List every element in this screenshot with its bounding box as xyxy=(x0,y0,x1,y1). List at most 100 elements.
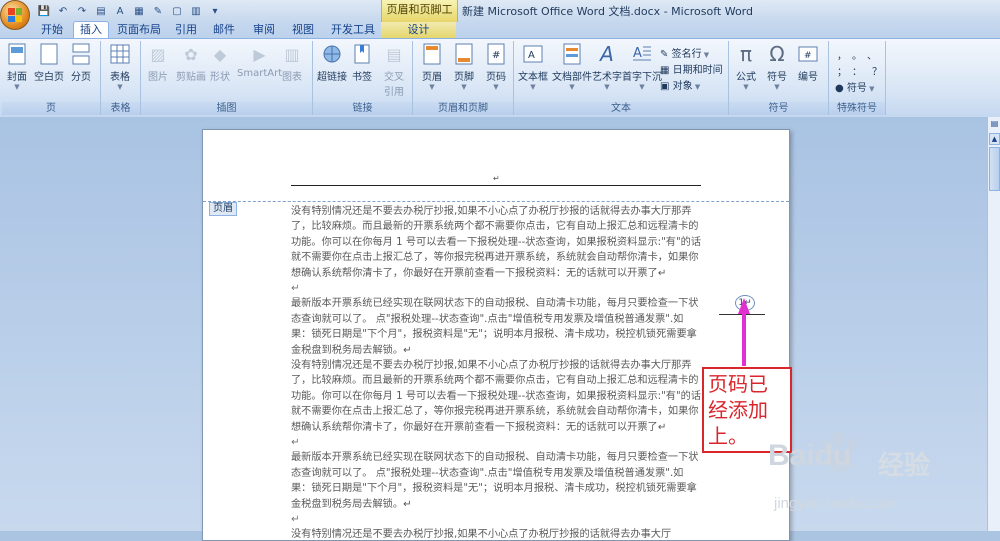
paragraph: 最新版本开票系统已经实现在联网状态下的自动报税、自动清卡功能，每月只要检查一下状… xyxy=(291,452,699,510)
group-pages: 封面 ▼ 空白页 分页 页 xyxy=(2,41,101,115)
group-text: A 文本框 ▼ 文档部件 ▼ A 艺术字 ▼ A 首字下沉 ▼ ✎ 签名行 ▼ ▦ 日期… xyxy=(514,41,729,115)
special-symbol-button[interactable]: ● 符号 ▼ xyxy=(835,79,875,94)
table-icon[interactable]: ▦ xyxy=(131,3,147,19)
cover-button[interactable]: 封面 ▼ xyxy=(6,43,28,91)
paragraph: 没有特别情况还是不要去办税厅抄报,如果不小心点了办税厅抄报的话就得去办事大厅 xyxy=(291,529,672,541)
header-button[interactable]: 页眉 ▼ xyxy=(421,43,443,91)
blank-page-icon xyxy=(38,43,60,65)
page-number-button[interactable]: # 页码 ▼ xyxy=(485,43,507,91)
footer-icon xyxy=(453,43,475,65)
empty-paragraph: ↵ xyxy=(291,514,300,526)
group-special-symbols: ，。、 ；：？ ● 符号 ▼ 特殊符号 xyxy=(829,41,886,115)
quick-parts-button[interactable]: 文档部件 ▼ xyxy=(552,43,592,91)
window-title: 新建 Microsoft Office Word 文档.docx - Micro… xyxy=(462,5,753,18)
format-icon[interactable]: A xyxy=(112,3,128,19)
group-label-header-footer: 页眉和页脚 xyxy=(413,102,513,115)
dropcap-button[interactable]: A 首字下沉 ▼ xyxy=(622,43,662,91)
shapes-button[interactable]: ◆ 形状 xyxy=(209,43,231,84)
cross-reference-icon: ▤ xyxy=(386,44,402,64)
clipart-icon: ✿ xyxy=(184,44,198,64)
tab-page-layout[interactable]: 页面布局 xyxy=(112,22,166,38)
symbol-button[interactable]: Ω 符号 ▼ xyxy=(766,42,788,91)
tab-review[interactable]: 审阅 xyxy=(248,22,280,38)
header-icon xyxy=(421,43,443,65)
cover-icon xyxy=(6,43,28,65)
save-icon[interactable]: 💾 xyxy=(36,3,52,19)
document-body[interactable]: 没有特别情况还是不要去办税厅抄报,如果不小心点了办税厅抄报的话就得去办事大厅那弄… xyxy=(291,204,703,541)
textbox-icon: A xyxy=(522,43,544,65)
paragraph: 没有特别情况还是不要去办税厅抄报,如果不小心点了办税厅抄报的话就得去办事大厅那弄… xyxy=(291,360,702,433)
tab-mailings[interactable]: 邮件 xyxy=(208,22,240,38)
textbox-button[interactable]: A 文本框 ▼ xyxy=(518,43,548,91)
page-break-button[interactable]: 分页 xyxy=(70,43,92,83)
footer-button[interactable]: 页脚 ▼ xyxy=(453,43,475,91)
group-links: 超链接 书签 ▤ 交叉 引用 链接 xyxy=(313,41,413,115)
table-button[interactable]: 表格 ▼ xyxy=(109,43,131,91)
tab-developer[interactable]: 开发工具 xyxy=(327,22,379,38)
annotation-arrow-icon xyxy=(738,298,750,366)
scroll-up-icon[interactable]: ▲ xyxy=(989,133,1000,145)
document-icon[interactable]: ▢ xyxy=(169,3,185,19)
tab-references[interactable]: 引用 xyxy=(170,22,202,38)
empty-paragraph: ↵ xyxy=(291,283,300,295)
hyperlink-button[interactable]: 超链接 xyxy=(317,43,347,83)
blank-page-button[interactable]: 空白页 xyxy=(34,43,64,83)
quick-access-toolbar: 💾 ↶ ↷ ▤ A ▦ ✎ ▢ ▥ ▾ xyxy=(36,3,223,19)
quick-parts-icon xyxy=(561,43,583,65)
group-label-pages: 页 xyxy=(2,102,100,115)
group-label-table: 表格 xyxy=(101,102,140,115)
empty-paragraph: ↵ xyxy=(291,437,300,449)
undo-icon[interactable]: ↶ xyxy=(55,3,71,19)
office-button[interactable] xyxy=(0,0,30,30)
numbering-icon: # xyxy=(797,43,819,65)
paint-icon[interactable]: ✎ xyxy=(150,3,166,19)
watermark-url: jingyan.baidu.com xyxy=(774,495,895,512)
grid-icon[interactable]: ▥ xyxy=(188,3,204,19)
svg-text:#: # xyxy=(804,51,812,61)
cross-reference-button[interactable]: ▤ 交叉 引用 xyxy=(383,43,405,99)
tab-home[interactable]: 开始 xyxy=(36,22,68,38)
equation-button[interactable]: π 公式 ▼ xyxy=(735,42,757,91)
calendar-icon: ▦ xyxy=(660,65,670,76)
tab-design[interactable]: 设计 xyxy=(381,22,456,38)
ribbon-tabs: 开始 插入 页面布局 引用 邮件 审阅 视图 开发工具 设计 xyxy=(0,21,1000,39)
smartart-button[interactable]: ▶ SmartArt xyxy=(237,43,282,80)
numbering-button[interactable]: # 编号 xyxy=(797,43,819,83)
page-break-icon xyxy=(70,43,92,65)
group-illustrations: ▨ 图片 ✿ 剪贴画 ◆ 形状 ▶ SmartArt ▥ 图表 插图 xyxy=(141,41,313,115)
chart-icon: ▥ xyxy=(284,44,300,64)
scroll-thumb[interactable] xyxy=(989,147,1000,191)
baidu-watermark: Baidu 经验 jingyan.baidu.com xyxy=(760,425,990,525)
smartart-icon: ▶ xyxy=(253,44,266,64)
chart-button[interactable]: ▥ 图表 xyxy=(281,43,303,84)
header-tag[interactable]: 页眉 xyxy=(209,202,237,216)
customize-qat-icon[interactable]: ▾ xyxy=(207,3,223,19)
tab-view[interactable]: 视图 xyxy=(287,22,319,38)
object-icon: ▣ xyxy=(660,81,670,92)
header-rule xyxy=(291,185,701,186)
wordart-button[interactable]: A 艺术字 ▼ xyxy=(592,42,622,91)
pi-icon: π xyxy=(739,42,753,66)
punctuation-grid-2[interactable]: ；：？ xyxy=(837,63,892,78)
shapes-icon: ◆ xyxy=(213,44,227,64)
print-preview-icon[interactable]: ▤ xyxy=(93,3,109,19)
datetime-button[interactable]: ▦ 日期和时间 xyxy=(660,61,723,76)
bookmark-button[interactable]: 书签 xyxy=(351,43,373,83)
punctuation-grid[interactable]: ，。、 xyxy=(837,47,887,62)
group-label-text: 文本 xyxy=(514,102,728,115)
object-button[interactable]: ▣ 对象 ▼ xyxy=(660,77,700,92)
tab-insert[interactable]: 插入 xyxy=(73,21,109,39)
clipart-button[interactable]: ✿ 剪贴画 xyxy=(176,43,206,84)
group-label-illustrations: 插图 xyxy=(141,102,312,115)
header-boundary xyxy=(203,201,789,202)
page-number-icon: # xyxy=(485,43,507,65)
group-table: 表格 ▼ 表格 xyxy=(101,41,141,115)
svg-text:A: A xyxy=(528,50,535,61)
ruler-toggle-icon[interactable]: ▤ xyxy=(989,119,1000,131)
omega-icon: Ω xyxy=(769,42,785,66)
picture-button[interactable]: ▨ 图片 xyxy=(147,43,169,84)
redo-icon[interactable]: ↷ xyxy=(74,3,90,19)
document-page[interactable]: ↵ 页眉 没有特别情况还是不要去办税厅抄报,如果不小心点了办税厅抄报的话就得去办… xyxy=(202,129,790,541)
dropcap-icon: A xyxy=(631,43,653,65)
signature-line-button[interactable]: ✎ 签名行 ▼ xyxy=(660,45,709,60)
